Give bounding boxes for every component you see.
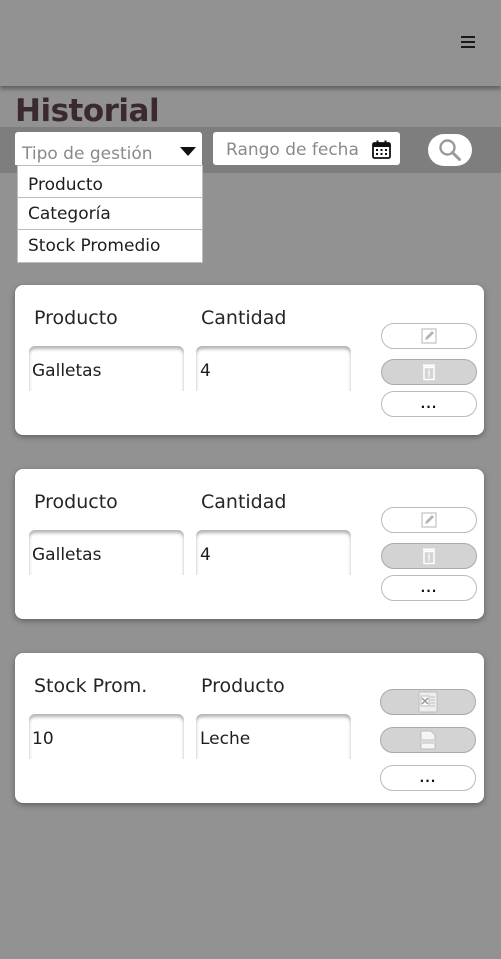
delete-button[interactable] <box>381 359 477 385</box>
card-label-1: Producto <box>34 491 118 513</box>
product-value: Galletas <box>32 361 102 381</box>
more-icon: ... <box>420 581 438 595</box>
dropdown-option-stock-promedio[interactable]: Stock Promedio <box>18 230 202 262</box>
search-icon <box>439 139 461 161</box>
history-card: Stock Prom. Producto 10 Leche ... <box>15 653 484 803</box>
quantity-value: 4 <box>200 545 211 565</box>
quantity-field[interactable]: 4 <box>196 530 351 575</box>
product-field[interactable]: Leche <box>196 714 351 759</box>
history-card: Producto Cantidad Galletas 4 ... <box>15 285 484 435</box>
more-button[interactable]: ... <box>381 575 477 601</box>
product-value: Galletas <box>32 545 102 565</box>
hamburger-menu-icon[interactable] <box>461 36 475 49</box>
more-icon: ... <box>419 771 437 785</box>
card-label-2: Cantidad <box>201 491 287 513</box>
page-title: Historial <box>15 93 160 129</box>
management-type-select[interactable]: Tipo de gestión <box>15 132 202 165</box>
card-label-1: Stock Prom. <box>34 675 148 697</box>
trash-icon <box>423 364 435 381</box>
product-field[interactable]: Galletas <box>29 346 184 391</box>
trash-icon <box>423 548 435 565</box>
stock-average-field[interactable]: 10 <box>29 714 184 759</box>
edit-button[interactable] <box>381 323 477 349</box>
dropdown-option-categoria[interactable]: Categoría <box>18 198 202 230</box>
date-range-placeholder: Rango de fecha <box>226 140 359 160</box>
date-range-input[interactable]: Rango de fecha <box>213 132 400 165</box>
edit-icon <box>421 512 437 528</box>
product-value: Leche <box>200 729 251 749</box>
stock-average-value: 10 <box>32 729 54 749</box>
management-type-placeholder: Tipo de gestión <box>22 144 153 164</box>
dropdown-option-producto[interactable]: Producto <box>18 166 202 198</box>
edit-icon <box>421 328 437 344</box>
more-button[interactable]: ... <box>380 765 476 791</box>
caret-down-icon[interactable] <box>180 147 196 156</box>
excel-icon <box>418 691 438 713</box>
product-field[interactable]: Galletas <box>29 530 184 575</box>
management-type-dropdown: Producto Categoría Stock Promedio <box>17 165 203 263</box>
export-pdf-button[interactable] <box>380 727 476 753</box>
export-excel-button[interactable] <box>380 689 476 715</box>
search-button[interactable] <box>428 134 472 166</box>
history-card: Producto Cantidad Galletas 4 ... <box>15 469 484 619</box>
more-icon: ... <box>420 397 438 411</box>
card-label-1: Producto <box>34 307 118 329</box>
card-label-2: Producto <box>201 675 285 697</box>
edit-button[interactable] <box>381 507 477 533</box>
more-button[interactable]: ... <box>381 391 477 417</box>
delete-button[interactable] <box>381 543 477 569</box>
calendar-icon[interactable] <box>372 140 391 159</box>
quantity-value: 4 <box>200 361 211 381</box>
pdf-icon <box>420 730 436 750</box>
card-label-2: Cantidad <box>201 307 287 329</box>
top-app-bar <box>0 0 501 86</box>
quantity-field[interactable]: 4 <box>196 346 351 391</box>
